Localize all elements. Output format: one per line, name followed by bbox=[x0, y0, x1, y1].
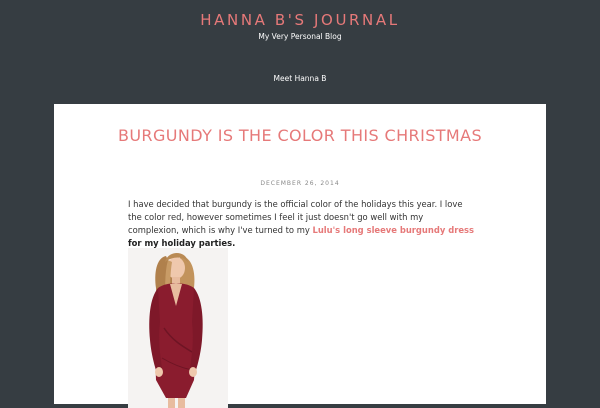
dress-photo-illustration bbox=[128, 248, 228, 408]
main-nav: Meet Hanna B bbox=[0, 66, 600, 85]
post-body-bold: for my holiday parties. bbox=[128, 238, 236, 248]
dress-link[interactable]: Lulu's long sleeve burgundy dress bbox=[312, 225, 474, 235]
post-title[interactable]: BURGUNDY IS THE COLOR THIS CHRISTMAS bbox=[54, 124, 546, 148]
site-title-link[interactable]: HANNA B'S JOURNAL bbox=[0, 11, 600, 29]
post-body: I have decided that burgundy is the offi… bbox=[128, 198, 474, 250]
site-header: HANNA B'S JOURNAL My Very Personal Blog … bbox=[0, 0, 600, 104]
post-content: BURGUNDY IS THE COLOR THIS CHRISTMAS DEC… bbox=[54, 104, 546, 408]
dress-photo[interactable] bbox=[128, 248, 228, 408]
site-tagline: My Very Personal Blog bbox=[258, 32, 342, 41]
nav-item-meet-hanna-b[interactable]: Meet Hanna B bbox=[274, 74, 327, 83]
post-date: DECEMBER 26, 2014 bbox=[260, 180, 340, 187]
